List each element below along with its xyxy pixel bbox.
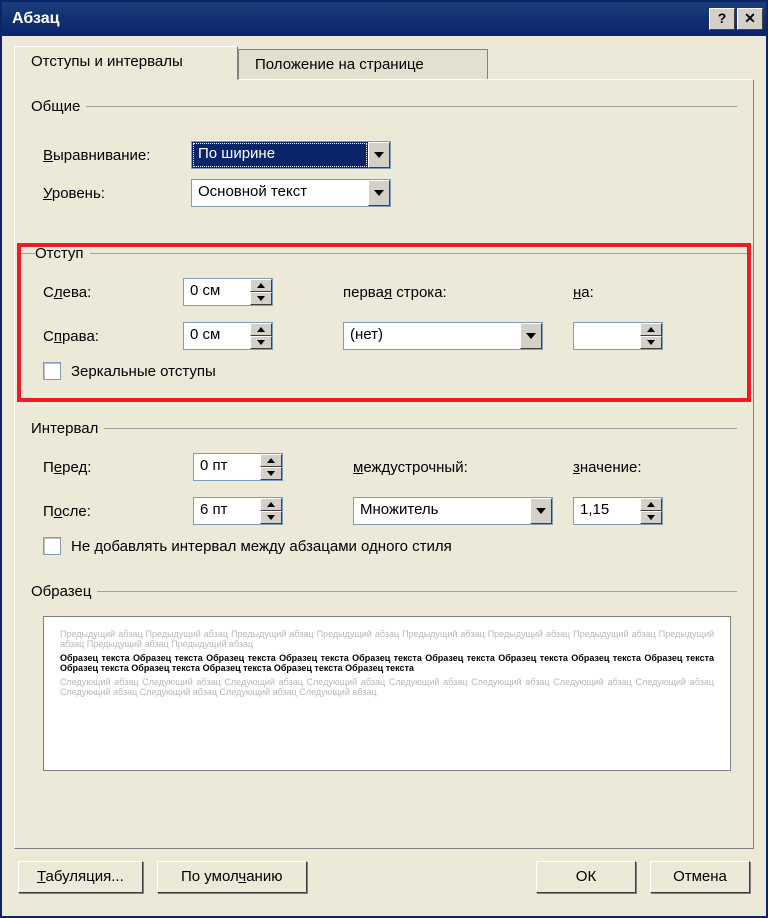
spacing-after-spin[interactable]: 6 пт xyxy=(193,497,283,525)
chevron-down-icon[interactable] xyxy=(520,323,542,349)
tab-label: Отступы и интервалы xyxy=(31,53,183,70)
spin-buttons xyxy=(640,498,662,524)
firstline-label: первая строка: xyxy=(343,284,543,301)
chevron-down-icon[interactable] xyxy=(368,142,390,168)
cancel-button[interactable]: Отмена xyxy=(650,861,750,893)
alignment-label: Выравнивание: xyxy=(43,147,183,164)
spin-buttons xyxy=(250,279,272,305)
alignment-combo[interactable]: По ширине xyxy=(191,141,391,169)
spin-down[interactable] xyxy=(640,336,662,349)
group-legend: Общие xyxy=(31,98,86,115)
indent-by-spin[interactable] xyxy=(573,322,663,350)
spin-buttons xyxy=(250,323,272,349)
indent-right-spin[interactable]: 0 см xyxy=(183,322,273,350)
spin-buttons xyxy=(640,323,662,349)
indent-by-value xyxy=(574,323,640,349)
preview-box: Предыдущий абзац Предыдущий абзац Предыд… xyxy=(43,616,731,771)
ok-button[interactable]: ОК xyxy=(536,861,636,893)
preview-next-text: Следующий абзац Следующий абзац Следующи… xyxy=(60,677,714,697)
line-spacing-label: междустрочный: xyxy=(353,459,553,476)
titlebar-buttons: ? ✕ xyxy=(709,8,763,30)
spin-up[interactable] xyxy=(250,323,272,336)
spacing-at-value: 1,15 xyxy=(574,498,640,524)
close-button[interactable]: ✕ xyxy=(737,8,763,30)
group-legend: Интервал xyxy=(31,420,104,437)
spacing-after-value: 6 пт xyxy=(194,498,260,524)
tab-page-position[interactable]: Положение на странице xyxy=(238,49,488,80)
tab-indents-spacing[interactable]: Отступы и интервалы xyxy=(14,46,238,80)
spacing-before-value: 0 пт xyxy=(194,454,260,480)
indent-left-label: Слева: xyxy=(43,284,183,301)
firstline-combo[interactable]: (нет) xyxy=(343,322,543,350)
titlebar: Абзац ? ✕ xyxy=(2,2,766,36)
client-area: Отступы и интервалы Положение на страниц… xyxy=(2,36,766,905)
level-combo[interactable]: Основной текст xyxy=(191,179,391,207)
mirror-indents-label: Зеркальные отступы xyxy=(71,363,216,380)
alignment-value: По ширине xyxy=(192,142,368,168)
spin-up[interactable] xyxy=(260,498,282,511)
group-preview: Образец Предыдущий абзац Предыдущий абза… xyxy=(31,583,737,779)
indent-right-value: 0 см xyxy=(184,323,250,349)
spin-up[interactable] xyxy=(250,279,272,292)
spin-down[interactable] xyxy=(640,511,662,524)
chevron-down-icon[interactable] xyxy=(530,498,552,524)
preview-prev-text: Предыдущий абзац Предыдущий абзац Предыд… xyxy=(60,629,714,649)
spacing-at-label: значение: xyxy=(573,459,663,476)
tabs-button[interactable]: Табуляция... xyxy=(18,861,143,893)
tab-panel: Общие Выравнивание: По ширине Уровень: О… xyxy=(14,79,754,849)
line-spacing-value: Множитель xyxy=(354,498,530,524)
group-indent: Отступ Слева: 0 см первая строка: на: xyxy=(19,245,749,400)
group-general: Общие Выравнивание: По ширине Уровень: О… xyxy=(31,98,737,225)
default-button[interactable]: По умолчанию xyxy=(157,861,307,893)
spin-down[interactable] xyxy=(250,336,272,349)
spin-down[interactable] xyxy=(260,511,282,524)
level-label: Уровень: xyxy=(43,185,183,202)
group-legend: Отступ xyxy=(35,245,90,262)
spin-buttons xyxy=(260,498,282,524)
spin-up[interactable] xyxy=(260,454,282,467)
group-legend: Образец xyxy=(31,583,97,600)
line-spacing-combo[interactable]: Множитель xyxy=(353,497,553,525)
no-space-label: Не добавлять интервал между абзацами одн… xyxy=(71,538,452,555)
spin-down[interactable] xyxy=(260,467,282,480)
tab-strip: Отступы и интервалы Положение на страниц… xyxy=(14,46,754,80)
indent-left-value: 0 см xyxy=(184,279,250,305)
spin-up[interactable] xyxy=(640,498,662,511)
no-space-checkbox[interactable] xyxy=(43,537,61,555)
tab-label: Положение на странице xyxy=(255,56,424,73)
chevron-down-icon[interactable] xyxy=(368,180,390,206)
mirror-indents-checkbox[interactable] xyxy=(43,362,61,380)
group-spacing: Интервал Перед: 0 пт междустрочный: знач… xyxy=(31,420,737,563)
spin-up[interactable] xyxy=(640,323,662,336)
indent-right-label: Справа: xyxy=(43,328,183,345)
spacing-before-label: Перед: xyxy=(43,459,193,476)
preview-sample-text: Образец текста Образец текста Образец те… xyxy=(60,653,714,673)
button-row: Табуляция... По умолчанию ОК Отмена xyxy=(14,849,754,893)
spacing-at-spin[interactable]: 1,15 xyxy=(573,497,663,525)
spacing-after-label: После: xyxy=(43,503,193,520)
level-value: Основной текст xyxy=(192,180,368,206)
indent-left-spin[interactable]: 0 см xyxy=(183,278,273,306)
dialog-title: Абзац xyxy=(12,10,60,28)
firstline-value: (нет) xyxy=(344,323,520,349)
indent-by-label: на: xyxy=(573,284,663,301)
spacing-before-spin[interactable]: 0 пт xyxy=(193,453,283,481)
help-button[interactable]: ? xyxy=(709,8,735,30)
spin-buttons xyxy=(260,454,282,480)
spin-down[interactable] xyxy=(250,292,272,305)
paragraph-dialog: Абзац ? ✕ Отступы и интервалы Положение … xyxy=(0,0,768,918)
